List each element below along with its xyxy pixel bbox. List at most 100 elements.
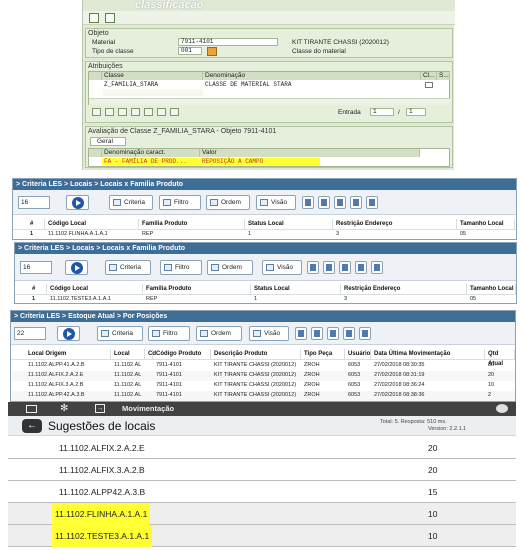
material-field[interactable]: 7911-4101 xyxy=(178,38,278,46)
sap-new-icon[interactable] xyxy=(105,13,115,23)
list-item[interactable]: 11.1102.TESTE3.A.1.A.1 10 xyxy=(8,525,516,547)
gear-icon[interactable]: ✻ xyxy=(60,403,68,415)
col-familia-produto[interactable]: Familia Produto xyxy=(139,219,245,229)
table-row[interactable]: 11.1102.ALPP.41.A.2.B 11.1102.AL 7911-4101… xyxy=(11,361,515,371)
select-column-icon[interactable] xyxy=(89,149,102,157)
entrada-field[interactable]: 1 xyxy=(370,108,394,116)
ordem-button[interactable]: Ordem xyxy=(207,260,253,275)
ordem-button[interactable]: Ordem xyxy=(206,195,250,210)
table-row[interactable]: 11.1102.ALPP.42.A.3.B 11.1102.AL 7911-4101… xyxy=(11,391,515,401)
settings-icon[interactable] xyxy=(359,327,371,340)
table-row[interactable]: 1 11.1102.TESTE3.A.1.A.1 REP 1 3 05 xyxy=(15,295,516,304)
criteria-button[interactable]: Criteria xyxy=(105,260,151,275)
criteria-button[interactable]: Criteria xyxy=(97,326,143,341)
col-restricao-endereco[interactable]: Restrição Endereço xyxy=(333,219,457,229)
breadcrumb[interactable]: > Criteria LES > Estoque Atual > Por Pos… xyxy=(11,311,515,322)
next-entry-button[interactable] xyxy=(157,108,166,116)
col-cl[interactable]: Cl... xyxy=(421,72,437,80)
first-entry-button[interactable] xyxy=(131,108,140,116)
list-item[interactable]: 11.1102.ALPP42.A.3.B 15 xyxy=(8,481,516,503)
atribuicao-classe-cell[interactable]: Z_FAMILIA_STARA xyxy=(102,81,203,88)
print-icon[interactable] xyxy=(327,327,339,340)
col-cd[interactable]: Cd xyxy=(145,349,156,359)
save-icon[interactable] xyxy=(323,261,335,274)
filtro-button[interactable]: Filtro xyxy=(148,326,190,341)
col-qtd-atual[interactable]: Qtd Atual xyxy=(485,349,515,367)
export-icon[interactable] xyxy=(302,196,314,209)
sap-save-icon[interactable] xyxy=(89,13,99,23)
export-icon[interactable] xyxy=(295,327,307,340)
details-button[interactable] xyxy=(92,108,101,116)
save-icon[interactable] xyxy=(318,196,330,209)
print-icon[interactable] xyxy=(339,261,351,274)
atribuicao-checkbox[interactable] xyxy=(425,82,433,88)
col-data-ultima-movimentacao[interactable]: Data Última Movimentação xyxy=(371,349,485,359)
list-item[interactable]: 11.1102.ALFIX.3.A.2.B 20 xyxy=(8,459,516,481)
select-column-icon[interactable] xyxy=(89,72,102,80)
logout-icon[interactable]: → xyxy=(95,404,105,413)
col-denominacao[interactable]: Denominação xyxy=(203,72,421,80)
col-s[interactable]: S... xyxy=(437,72,450,80)
table-row[interactable]: 11.1102.ALFIX.2.A.2.E 11.1102.AL 7911-4101… xyxy=(11,371,515,381)
col-status-local[interactable]: Status Local xyxy=(251,284,341,294)
expand-icon[interactable] xyxy=(350,196,362,209)
col-valor[interactable]: Valor xyxy=(200,149,420,157)
criteria-button[interactable]: Criteria xyxy=(109,195,153,210)
col-classe[interactable]: Classe xyxy=(102,72,203,80)
delete-row-button[interactable] xyxy=(118,108,127,116)
caract-value-cell[interactable]: REPOSIÇÃO A CAMPO xyxy=(200,158,320,165)
col-familia-produto[interactable]: Familia Produto xyxy=(143,284,251,294)
col-usuario[interactable]: Usuário xyxy=(345,349,371,359)
col-codigo-produto[interactable]: Código Produto xyxy=(153,349,211,359)
col-local[interactable]: Local xyxy=(111,349,145,359)
col-codigo-local[interactable]: Código Local xyxy=(45,219,139,229)
tipo-classe-field[interactable]: 001 xyxy=(178,47,202,55)
col-descricao-produto[interactable]: Descrição Produto xyxy=(211,349,301,359)
table-row[interactable]: 11.1102.ALFIX.3.A.2.B 11.1102.AL 7911-4101… xyxy=(11,381,515,391)
settings-icon[interactable] xyxy=(366,196,378,209)
visao-button[interactable]: Visão xyxy=(249,326,289,341)
visao-button[interactable]: Visão xyxy=(256,195,296,210)
menu-icon[interactable] xyxy=(26,405,37,413)
page-size-spinner[interactable]: 22 xyxy=(14,327,46,340)
col-codigo-local[interactable]: Código Local xyxy=(47,284,143,294)
visao-button[interactable]: Visão xyxy=(262,260,302,275)
export-icon[interactable] xyxy=(307,261,319,274)
col-status-local[interactable]: Status Local xyxy=(245,219,333,229)
filter-icon xyxy=(152,330,160,337)
tab-geral[interactable]: Geral xyxy=(90,137,126,146)
page-size-spinner[interactable]: 16 xyxy=(20,261,52,274)
settings-icon[interactable] xyxy=(371,261,383,274)
run-button[interactable] xyxy=(57,326,80,341)
col-restricao-endereco[interactable]: Restrição Endereço xyxy=(341,284,467,294)
col-tamanho-local[interactable]: Tamanho Local xyxy=(457,219,515,229)
prev-entry-button[interactable] xyxy=(144,108,153,116)
col-tamanho-local[interactable]: Tamanho Local xyxy=(467,284,516,294)
horizontal-scrollbar[interactable] xyxy=(89,98,450,105)
class-hierarchy-icon[interactable] xyxy=(207,47,217,56)
col-index[interactable]: # xyxy=(27,219,45,229)
last-entry-button[interactable] xyxy=(170,108,179,116)
expand-icon[interactable] xyxy=(355,261,367,274)
col-tipo-peca[interactable]: Tipo Peça xyxy=(301,349,345,359)
page-size-spinner[interactable]: 16 xyxy=(18,196,50,209)
back-arrow-icon[interactable]: ← xyxy=(22,419,42,433)
col-index[interactable]: # xyxy=(29,284,47,294)
filtro-button[interactable]: Filtro xyxy=(160,260,202,275)
filtro-button[interactable]: Filtro xyxy=(159,195,201,210)
breadcrumb[interactable]: > Criteria LES > Locais > Locais x Famil… xyxy=(15,243,516,254)
chat-icon[interactable] xyxy=(496,404,508,413)
breadcrumb[interactable]: > Criteria LES > Locais > Locais x Famil… xyxy=(13,179,516,190)
run-button[interactable] xyxy=(66,195,89,210)
print-icon[interactable] xyxy=(334,196,346,209)
list-item[interactable]: 11.1102.ALFIX.2.A.2.E 20 xyxy=(8,437,516,459)
table-row[interactable]: 1 11.1102.FLINHA.A.1.A.1 REP 1 3 05 xyxy=(13,230,516,240)
col-denominacao-caract[interactable]: Denominação caract. xyxy=(102,149,200,157)
col-local-origem[interactable]: Local Origem xyxy=(25,349,111,359)
expand-icon[interactable] xyxy=(343,327,355,340)
save-icon[interactable] xyxy=(311,327,323,340)
list-item[interactable]: 11.1102.FLINHA.A.1.A.1 10 xyxy=(8,503,516,525)
insert-row-button[interactable] xyxy=(105,108,114,116)
ordem-button[interactable]: Ordem xyxy=(196,326,242,341)
run-button[interactable] xyxy=(65,260,88,275)
